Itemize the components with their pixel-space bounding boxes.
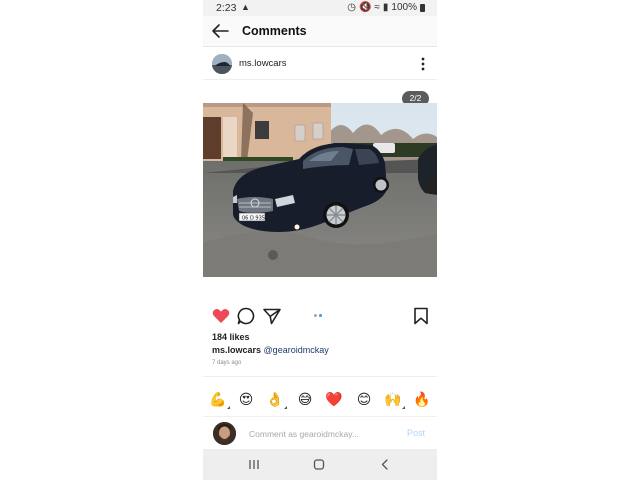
skin-tone-indicator-icon [227,406,230,409]
post-timestamp: 7 days ago [212,360,242,366]
skin-tone-indicator-icon [284,406,287,409]
comment-composer: Post [203,416,437,448]
caption-mention[interactable]: @gearoidmckay [264,345,329,355]
ok-hand-emoji[interactable]: 👌 [265,390,287,410]
post-author-avatar[interactable] [212,54,232,74]
phone-screen: 2:23 ▲ ◷ 🔇 ≈ ▮ 100% Comments ms.lowcars [203,0,437,480]
car-photo-illustration: 06 D 9351 [203,103,437,277]
snapchat-notification-icon: ▲ [241,2,250,12]
post-header: ms.lowcars [203,48,437,80]
status-indicators: ◷ 🔇 ≈ ▮ 100% [347,2,425,13]
post-caption: ms.lowcars @gearoidmckay [212,345,329,355]
skin-tone-indicator-icon [402,406,405,409]
emoji-quick-reactions: 💪 😍 👌 😅 ❤️ 😊 🙌 🔥 [203,390,437,412]
back-arrow-icon[interactable] [211,23,229,39]
like-heart-icon[interactable] [211,306,231,326]
carousel-dot-2 [319,314,322,317]
battery-percent: 100% [391,2,417,13]
wifi-icon: ≈ [374,2,380,13]
status-time: 2:23 [216,2,237,14]
comment-bubble-icon[interactable] [236,306,256,326]
alarm-icon: ◷ [347,2,356,13]
divider [203,376,437,377]
fire-emoji[interactable]: 🔥 [412,390,432,410]
red-heart-emoji[interactable]: ❤️ [324,390,344,410]
more-options-icon[interactable] [420,56,426,72]
raising-hands-emoji[interactable]: 🙌 [383,390,405,410]
smiling-blush-emoji[interactable]: 😊 [354,390,374,410]
post-author-username[interactable]: ms.lowcars [239,58,287,69]
grinning-sweat-emoji[interactable]: 😅 [295,390,315,410]
flexed-biceps-emoji[interactable]: 💪 [208,390,230,410]
signal-icon: ▮ [382,2,389,13]
battery-icon [420,3,425,12]
post-actions [203,306,437,328]
carousel-dot-1 [314,314,317,317]
carousel-indicator [314,314,322,317]
avatar-face-image [213,422,236,445]
share-paper-plane-icon[interactable] [262,306,282,326]
current-user-avatar [213,422,236,445]
recent-apps-icon[interactable] [246,457,262,472]
mute-icon: 🔇 [358,2,372,13]
save-bookmark-icon[interactable] [411,306,431,326]
top-app-bar: Comments [203,16,437,47]
back-nav-icon[interactable] [377,457,393,472]
comment-input[interactable] [249,427,399,441]
heart-eyes-emoji[interactable]: 😍 [236,390,256,410]
home-icon[interactable] [311,457,327,472]
post-photo[interactable]: 06 D 9351 [203,103,437,277]
caption-username[interactable]: ms.lowcars [212,345,261,355]
svg-text:06 D 9351: 06 D 9351 [242,216,268,222]
page-title: Comments [242,24,307,38]
likes-count[interactable]: 184 likes [212,332,250,342]
avatar-car-image [212,54,232,74]
status-bar: 2:23 ▲ ◷ 🔇 ≈ ▮ 100% [203,0,437,16]
post-comment-button[interactable]: Post [407,428,425,438]
system-navigation-bar [203,449,437,480]
